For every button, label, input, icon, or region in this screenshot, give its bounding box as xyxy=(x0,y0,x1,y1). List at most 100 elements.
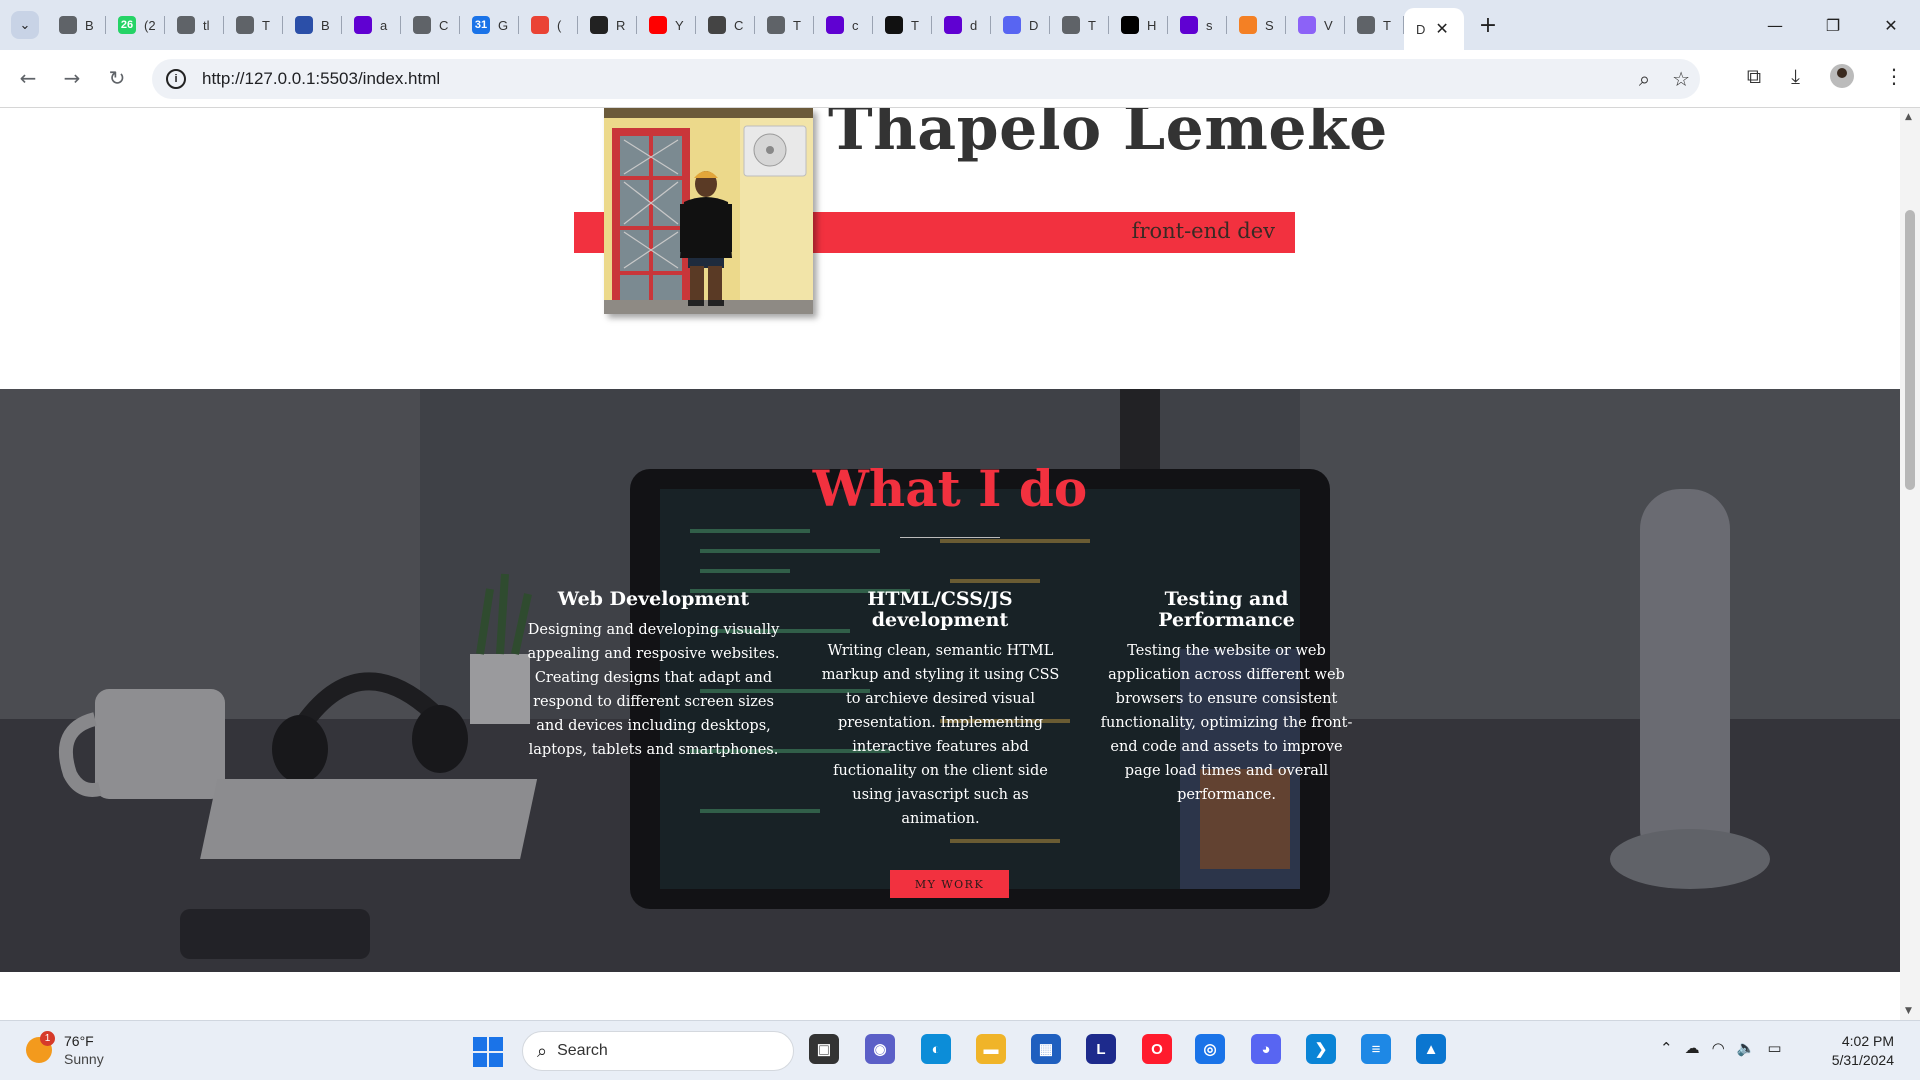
browser-tab[interactable]: R xyxy=(578,0,637,50)
close-window-button[interactable]: ✕ xyxy=(1862,0,1920,50)
title-divider xyxy=(900,537,1000,538)
browser-tab[interactable]: 26 (2 xyxy=(106,0,165,50)
vscode-icon[interactable]: ❯ xyxy=(1306,1034,1336,1064)
start-button[interactable] xyxy=(473,1037,503,1067)
browser-tab[interactable]: c xyxy=(814,0,873,50)
browser-tab[interactable]: ( xyxy=(519,0,578,50)
web-icon xyxy=(177,16,195,34)
clock-time: 4:02 PM xyxy=(1841,1033,1894,1049)
photos-icon[interactable]: ▲ xyxy=(1416,1034,1446,1064)
browser-tab[interactable]: tl xyxy=(165,0,224,50)
service-text: Testing the website or web application a… xyxy=(1100,643,1353,803)
active-tab[interactable]: D ✕ xyxy=(1404,8,1464,50)
browser-tab[interactable]: T xyxy=(755,0,814,50)
weather-badge: 1 xyxy=(40,1031,55,1046)
tab-title: d xyxy=(970,17,978,33)
my-work-button[interactable]: MY WORK xyxy=(890,870,1009,898)
omnibox-actions: ⌕ ☆ xyxy=(1639,67,1690,91)
gmail-icon xyxy=(531,16,549,34)
browser-tab[interactable]: B xyxy=(47,0,106,50)
back-button[interactable]: ← xyxy=(14,64,42,92)
google-calendar-icon: 31 xyxy=(472,16,490,34)
browser-tab[interactable]: T xyxy=(224,0,283,50)
browser-tab[interactable]: T xyxy=(1345,0,1404,50)
teams-icon[interactable]: ◉ xyxy=(865,1034,895,1064)
service-card: Testing and Performance Testing the webs… xyxy=(1099,589,1354,807)
new-tab-button[interactable]: + xyxy=(1468,13,1508,38)
onedrive-icon[interactable]: ☁ xyxy=(1685,1039,1700,1057)
address-bar[interactable]: i http://127.0.0.1:5503/index.html ⌕ ☆ xyxy=(152,59,1700,99)
tab-title: B xyxy=(85,17,94,33)
notepad-icon[interactable]: ≡ xyxy=(1361,1034,1391,1064)
browser-tab[interactable]: H xyxy=(1109,0,1168,50)
close-tab-icon[interactable]: ✕ xyxy=(1435,19,1448,39)
browser-toolbar: ← → ↻ i http://127.0.0.1:5503/index.html… xyxy=(0,50,1920,108)
wifi-icon[interactable]: ◠ xyxy=(1712,1039,1725,1057)
vite-icon xyxy=(1298,16,1316,34)
site-info-icon[interactable]: i xyxy=(166,69,186,89)
browser-tab[interactable]: C xyxy=(696,0,755,50)
forward-button[interactable]: → xyxy=(58,64,86,92)
download-icon[interactable]: ⤓ xyxy=(1791,64,1800,88)
taskbar-search[interactable]: ⌕ Search xyxy=(522,1031,794,1071)
bookmark-star-icon[interactable]: ☆ xyxy=(1672,67,1690,91)
address-url[interactable]: http://127.0.0.1:5503/index.html xyxy=(202,69,440,89)
profile-photo xyxy=(604,108,813,314)
more-menu-icon[interactable]: ⋮ xyxy=(1884,64,1904,88)
tab-title: (2 xyxy=(144,17,156,33)
scroll-down-icon[interactable]: ▼ xyxy=(1905,1006,1912,1016)
task-view-icon[interactable]: ▣ xyxy=(809,1034,839,1064)
file-explorer-icon[interactable]: ▬ xyxy=(976,1034,1006,1064)
tab-title: T xyxy=(793,17,801,33)
browser-tab[interactable]: Y xyxy=(637,0,696,50)
reload-button[interactable]: ↻ xyxy=(103,64,131,92)
chevron-up-icon[interactable]: ⌃ xyxy=(1660,1039,1673,1057)
browser-tab[interactable]: 31 G xyxy=(460,0,519,50)
scroll-up-icon[interactable]: ▲ xyxy=(1905,112,1912,122)
yahoo-icon xyxy=(1180,16,1198,34)
tab-search-button[interactable]: ⌄ xyxy=(11,11,39,39)
page-scrollbar[interactable]: ▲ ▼ xyxy=(1900,108,1920,1020)
profile-avatar[interactable] xyxy=(1830,64,1854,88)
tab-title: R xyxy=(616,17,626,33)
github-icon xyxy=(590,16,608,34)
tab-title: B xyxy=(321,17,330,33)
taskbar-clock[interactable]: 4:02 PM 5/31/2024 xyxy=(1832,1032,1894,1070)
service-title: HTML/CSS/JS development xyxy=(867,588,1013,631)
volume-muted-icon[interactable]: 🔈 xyxy=(1737,1039,1756,1057)
scroll-thumb[interactable] xyxy=(1905,210,1915,490)
browser-tab[interactable]: T xyxy=(1050,0,1109,50)
extensions-icon[interactable]: ⧉ xyxy=(1747,64,1761,88)
browser-tab[interactable]: S xyxy=(1227,0,1286,50)
minimize-button[interactable]: — xyxy=(1746,0,1804,50)
opera-icon[interactable]: O xyxy=(1142,1034,1172,1064)
clock-date: 5/31/2024 xyxy=(1831,1052,1894,1068)
tab-title: tl xyxy=(203,17,210,33)
tab-title: T xyxy=(1383,17,1391,33)
browser-tab[interactable]: T xyxy=(873,0,932,50)
browser-tab[interactable]: B xyxy=(283,0,342,50)
service-title: Web Development xyxy=(557,588,750,610)
browser-tab[interactable]: s xyxy=(1168,0,1227,50)
zoom-icon[interactable]: ⌕ xyxy=(1639,67,1650,91)
browser-tab[interactable]: V xyxy=(1286,0,1345,50)
battery-icon[interactable]: ▭ xyxy=(1767,1039,1781,1057)
weather-widget[interactable]: 1 76°F Sunny xyxy=(26,1031,104,1068)
browser-tab[interactable]: d xyxy=(932,0,991,50)
chevron-down-icon: ⌄ xyxy=(19,17,31,33)
l-app-icon[interactable]: L xyxy=(1086,1034,1116,1064)
windows-taskbar: 1 76°F Sunny ⌕ Search ▣ ◉ ◐ ▬ ▦ L O ◎ ◕ ❯ ≡ ▲ ⌃ ☁ ◠… xyxy=(0,1020,1920,1080)
tab-title: D xyxy=(1029,17,1039,33)
browser-tab[interactable]: D xyxy=(991,0,1050,50)
tab-title: T xyxy=(262,17,270,33)
discord-icon[interactable]: ◕ xyxy=(1251,1034,1281,1064)
tab-title: C xyxy=(734,17,744,33)
tab-title: ( xyxy=(557,17,562,33)
edge-icon[interactable]: ◐ xyxy=(921,1034,951,1064)
browser-tab[interactable]: C xyxy=(401,0,460,50)
browser-tab[interactable]: a xyxy=(342,0,401,50)
chrome-icon[interactable]: ◎ xyxy=(1195,1034,1225,1064)
store-icon[interactable]: ▦ xyxy=(1031,1034,1061,1064)
openai-icon xyxy=(885,16,903,34)
restore-button[interactable]: ❐ xyxy=(1804,0,1862,50)
